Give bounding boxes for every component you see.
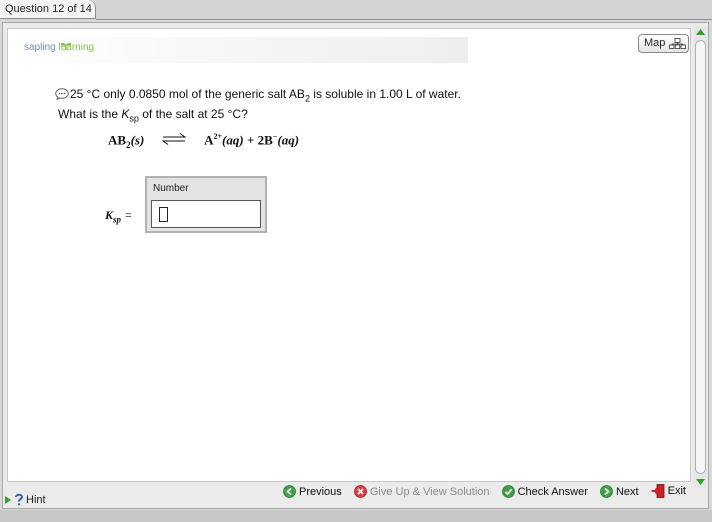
ksp-label: Ksp = [105,208,132,224]
eq-plus: + [246,132,255,148]
give-up-label: Give Up & View Solution [369,485,490,498]
give-up-x-icon [353,485,367,498]
exit-button[interactable]: Exit [651,484,686,498]
check-answer-label: Check Answer [517,485,588,498]
next-button[interactable]: Next [600,485,639,498]
scroll-up-arrow-icon[interactable] [695,27,706,38]
logo-learning: learning [58,42,95,53]
bottom-toolbar: Previous Give Up & View Solution Check A… [283,484,695,504]
tab-strip: Question 12 of 14 [0,0,712,20]
answer-header: Number [153,183,189,194]
tab-divider [96,19,712,20]
question-line-2-pre: What is the [58,107,122,122]
hint-button[interactable]: Hint [4,493,46,506]
previous-label: Previous [299,485,342,498]
eq-product-2: 2B [257,132,273,148]
question-line-2-post: of the salt at 25 °C? [138,107,248,122]
scroll-thumb[interactable] [695,40,706,474]
question-line-1-text: 25 °C only 0.0850 mol of the generic sal… [70,87,305,101]
ksp-label-k: K [105,208,114,222]
question-mark-icon [15,493,24,506]
tab-question-counter[interactable]: Question 12 of 14 [0,0,96,19]
eq-reactant: AB [108,132,127,148]
exit-label: Exit [667,485,686,497]
answer-box: Number [145,176,267,233]
bottom-strip [0,510,712,522]
question-line-2: What is the Ksp of the salt at 25 °C? [55,106,461,126]
map-button-label: Map [644,37,666,49]
logo-sapling: sapling [24,42,56,53]
ksp-equals: = [125,208,132,222]
vertical-scrollbar[interactable] [694,26,707,488]
map-icon [669,38,686,49]
next-arrow-icon [600,485,613,498]
question-panel: sapling learning Map 25 °C only 0.0850 m… [7,28,691,482]
question-line-1: 25 °C only 0.0850 mol of the generic sal… [55,86,461,106]
question-ksp-sub: sp [129,113,139,124]
eq-reactant-state: (s) [130,132,145,148]
text-cursor-icon [159,207,168,222]
speech-bubble-icon[interactable] [55,88,69,104]
equilibrium-arrow-icon [160,133,187,149]
check-icon [501,485,515,498]
dissolution-equation: AB2(s) A2+(aq) + 2B−(aq) [108,132,299,150]
hint-label: Hint [26,493,46,506]
eq-product-2-state: (aq) [277,132,300,148]
map-button[interactable]: Map [638,34,689,53]
logo-bar: sapling learning [18,37,468,63]
question-frame: sapling learning Map 25 °C only 0.0850 m… [2,22,709,509]
next-label: Next [615,485,639,498]
eq-product-1-state: (aq) [222,132,244,148]
sapling-learning-logo: sapling learning [24,42,94,53]
hint-arrow-icon [5,495,11,504]
previous-button[interactable]: Previous [283,485,342,498]
check-answer-button[interactable]: Check Answer [501,485,588,498]
give-up-button[interactable]: Give Up & View Solution [353,485,490,498]
ksp-label-sub: sp [113,214,122,225]
exit-door-icon [651,484,665,498]
eq-product-1-charge: 2+ [213,132,223,141]
previous-arrow-icon [283,485,296,498]
question-text: 25 °C only 0.0850 mol of the generic sal… [55,86,461,127]
scroll-down-arrow-icon[interactable] [695,476,706,487]
question-line-1-tail: is soluble in 1.00 L of water. [309,87,461,101]
